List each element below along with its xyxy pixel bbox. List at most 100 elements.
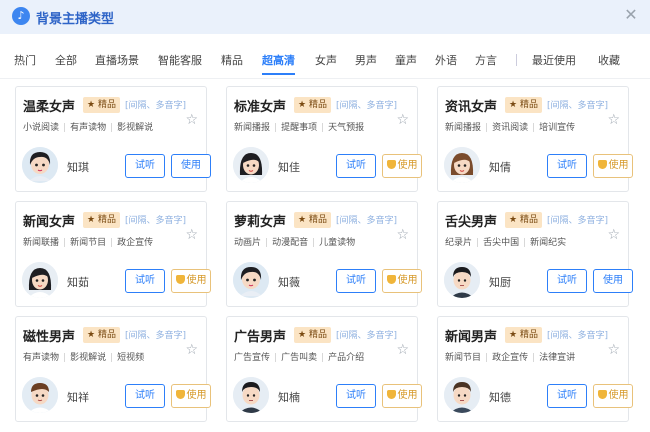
use-button-label: 使用: [608, 390, 629, 401]
speaker-name: 知楠: [278, 391, 300, 404]
voice-tag: 儿童读物: [319, 238, 356, 248]
vip-shield-icon: [386, 275, 396, 284]
voice-features: [间隔、多音字]: [335, 101, 397, 111]
favorite-star-icon[interactable]: ☆: [607, 113, 620, 127]
tag-separator: |: [532, 123, 536, 133]
voice-tag: 小说阅读: [23, 123, 60, 133]
speaker-name: 知德: [489, 391, 511, 404]
category-tabs: 热门 全部 直播场景 智能客服 精品 超高清 女声 男声 童声 外语 方言 最近使用 收藏: [0, 52, 650, 75]
voice-tag: 广告宣传: [234, 353, 271, 363]
tab-2[interactable]: 直播场景: [95, 52, 139, 68]
tag-separator: |: [63, 238, 67, 248]
use-button-label: 使用: [608, 160, 629, 171]
preview-button[interactable]: 试听: [547, 269, 587, 293]
voice-tag: 新闻节目: [70, 238, 107, 248]
premium-badge-label: 精品: [97, 215, 116, 225]
favorite-star-icon[interactable]: ☆: [185, 113, 198, 127]
use-button-label: 使用: [397, 390, 418, 401]
tab-6[interactable]: 女声: [315, 52, 337, 68]
voice-card[interactable]: 资讯女声 ★ 精品 [间隔、多音字] ☆ 新闻播报 | 资讯阅读 | 培训宣传 知倩 试…: [437, 86, 633, 192]
preview-button[interactable]: 试听: [125, 384, 165, 408]
voice-card[interactable]: 磁性男声 ★ 精品 [间隔、多音字] ☆ 有声读物 | 影视解说 | 短视频 知祥 试听…: [15, 316, 211, 422]
use-button[interactable]: 使用: [382, 269, 422, 293]
use-button[interactable]: 使用: [171, 154, 211, 178]
star-filled-icon: ★: [298, 100, 307, 110]
voice-name: 资讯女声: [445, 100, 498, 115]
voice-card[interactable]: 萝莉女声 ★ 精品 [间隔、多音字] ☆ 动画片 | 动漫配音 | 儿童读物 知薇 试听…: [226, 201, 422, 307]
use-button[interactable]: 使用: [593, 384, 633, 408]
voice-features: [间隔、多音字]: [335, 331, 397, 341]
tab-8[interactable]: 童声: [395, 52, 417, 68]
preview-button[interactable]: 试听: [547, 384, 587, 408]
star-filled-icon: ★: [298, 330, 307, 340]
voice-tags: 广告宣传 | 广告叫卖 | 产品介绍: [234, 350, 364, 363]
avatar: [233, 147, 269, 183]
tab-1[interactable]: 全部: [55, 52, 77, 68]
premium-badge-label: 精品: [308, 100, 327, 110]
voice-name: 磁性男声: [23, 330, 76, 345]
tab-7[interactable]: 男声: [355, 52, 377, 68]
voice-card[interactable]: 标准女声 ★ 精品 [间隔、多音字] ☆ 新闻播报 | 提醒事项 | 天气预报 知佳 试…: [226, 86, 422, 192]
use-button[interactable]: 使用: [171, 384, 211, 408]
voice-name: 舌尖男声: [445, 215, 498, 230]
favorite-star-icon[interactable]: ☆: [396, 228, 409, 242]
use-button[interactable]: 使用: [593, 269, 633, 293]
voice-card[interactable]: 温柔女声 ★ 精品 [间隔、多音字] ☆ 小说阅读 | 有声读物 | 影视解说 知琪 试…: [15, 86, 211, 192]
speaker-name: 知厨: [489, 276, 511, 289]
tab-11[interactable]: 最近使用: [532, 52, 576, 68]
tab-5[interactable]: 超高清: [262, 52, 295, 75]
tag-separator: |: [274, 353, 278, 363]
preview-button[interactable]: 试听: [336, 384, 376, 408]
tab-3[interactable]: 智能客服: [158, 52, 202, 68]
premium-badge-label: 精品: [97, 100, 116, 110]
voice-card[interactable]: 新闻女声 ★ 精品 [间隔、多音字] ☆ 新闻联播 | 新闻节目 | 政企宣传 知茹 试…: [15, 201, 211, 307]
voice-features: [间隔、多音字]: [546, 101, 608, 111]
avatar: [444, 377, 480, 413]
star-filled-icon: ★: [87, 100, 96, 110]
preview-button[interactable]: 试听: [547, 154, 587, 178]
tab-10[interactable]: 方言: [475, 52, 497, 68]
voice-name: 标准女声: [234, 100, 287, 115]
premium-badge-label: 精品: [97, 330, 116, 340]
voice-tags: 新闻联播 | 新闻节目 | 政企宣传: [23, 235, 153, 248]
preview-button[interactable]: 试听: [125, 154, 165, 178]
star-filled-icon: ★: [298, 215, 307, 225]
preview-button[interactable]: 试听: [125, 269, 165, 293]
favorite-star-icon[interactable]: ☆: [607, 343, 620, 357]
favorite-star-icon[interactable]: ☆: [607, 228, 620, 242]
premium-badge: ★ 精品: [294, 327, 331, 343]
favorite-star-icon[interactable]: ☆: [185, 228, 198, 242]
voice-features: [间隔、多音字]: [335, 216, 397, 226]
use-button[interactable]: 使用: [171, 269, 211, 293]
favorite-star-icon[interactable]: ☆: [396, 343, 409, 357]
voice-tag: 新闻纪实: [530, 238, 567, 248]
tab-12[interactable]: 收藏: [598, 52, 620, 68]
voice-tag: 培训宣传: [539, 123, 576, 133]
voice-card[interactable]: 舌尖男声 ★ 精品 [间隔、多音字] ☆ 纪录片 | 舌尖中国 | 新闻纪实 知厨 试听…: [437, 201, 633, 307]
voice-card[interactable]: 新闻男声 ★ 精品 [间隔、多音字] ☆ 新闻节目 | 政企宣传 | 法律宣讲 知德 试…: [437, 316, 633, 422]
tab-4[interactable]: 精品: [221, 52, 243, 68]
use-button-label: 使用: [186, 275, 207, 286]
premium-badge: ★ 精品: [83, 97, 120, 113]
use-button[interactable]: 使用: [382, 154, 422, 178]
use-button[interactable]: 使用: [593, 154, 633, 178]
voice-tag: 动漫配音: [272, 238, 309, 248]
preview-button[interactable]: 试听: [336, 154, 376, 178]
tag-separator: |: [476, 238, 480, 248]
close-icon[interactable]: ✕: [622, 6, 640, 24]
voice-tag: 新闻节目: [445, 353, 482, 363]
avatar: [22, 262, 58, 298]
tab-9[interactable]: 外语: [435, 52, 457, 68]
voice-card[interactable]: 广告男声 ★ 精品 [间隔、多音字] ☆ 广告宣传 | 广告叫卖 | 产品介绍 知楠 试…: [226, 316, 422, 422]
voice-tags: 新闻节目 | 政企宣传 | 法律宣讲: [445, 350, 575, 363]
favorite-star-icon[interactable]: ☆: [396, 113, 409, 127]
favorite-star-icon[interactable]: ☆: [185, 343, 198, 357]
tab-0[interactable]: 热门: [14, 52, 36, 68]
tag-separator: |: [312, 238, 316, 248]
use-button-label: 使用: [181, 160, 201, 171]
voice-name: 广告男声: [234, 330, 287, 345]
premium-badge: ★ 精品: [83, 327, 120, 343]
music-note-icon: ♪: [12, 7, 30, 25]
preview-button[interactable]: 试听: [336, 269, 376, 293]
use-button[interactable]: 使用: [382, 384, 422, 408]
